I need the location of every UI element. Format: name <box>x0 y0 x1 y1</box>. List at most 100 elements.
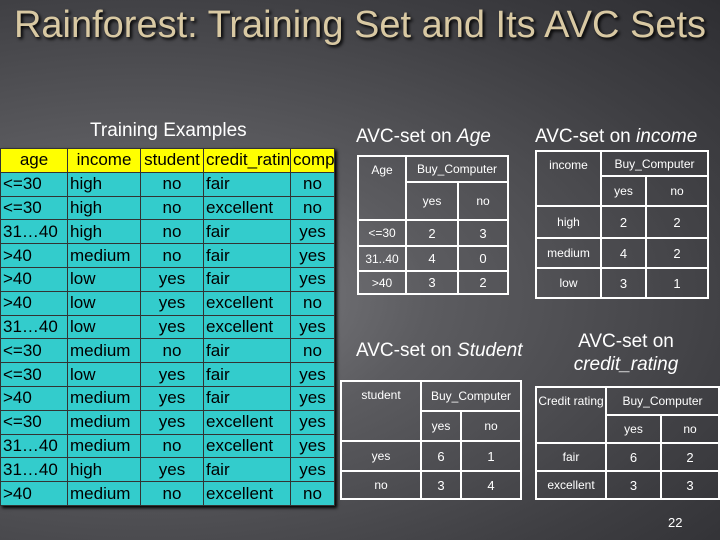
table-row: <=30 2 3 <box>357 219 510 247</box>
table-cell: yes <box>140 362 204 387</box>
table-row: >40 medium yes fair yes <box>0 385 335 411</box>
table-row: >40 low yes fair yes <box>0 266 335 292</box>
table-cell: medium <box>67 433 141 459</box>
label-attr: income <box>636 126 698 147</box>
table-cell: >40 <box>0 481 68 506</box>
count-cell: 6 <box>420 440 462 472</box>
table-row: no 3 4 <box>340 470 523 500</box>
count-cell: 3 <box>456 219 510 247</box>
count-cell: 3 <box>405 270 459 295</box>
table-cell: fair <box>203 243 291 268</box>
label-attr: credit_rating <box>573 354 679 375</box>
count-cell: 3 <box>600 267 647 299</box>
value-cell: fair <box>535 442 607 472</box>
table-cell: >40 <box>0 266 68 292</box>
table-cell: <=30 <box>0 195 68 221</box>
class-header: Buy_Computer <box>599 150 710 177</box>
table-cell: >40 <box>0 385 68 411</box>
table-cell: no <box>140 433 204 459</box>
column-header-credit_rating: credit_rating <box>203 148 291 173</box>
table-row: medium 4 2 <box>535 237 710 269</box>
table-cell: yes <box>140 314 204 340</box>
no-header: no <box>459 410 523 442</box>
count-cell: 3 <box>605 470 662 500</box>
no-header: no <box>456 181 510 221</box>
count-cell: 2 <box>644 205 710 239</box>
value-cell: yes <box>340 440 422 472</box>
table-cell: >40 <box>0 290 68 316</box>
table-cell: no <box>290 195 335 221</box>
table-row: >40 low yes excellent no <box>0 290 335 316</box>
table-cell: no <box>290 481 335 506</box>
count-cell: 3 <box>659 470 720 500</box>
table-cell: no <box>290 290 335 316</box>
table-cell: excellent <box>203 481 291 506</box>
column-header-student: student <box>140 148 204 173</box>
table-cell: fair <box>203 457 291 483</box>
table-cell: yes <box>140 409 204 435</box>
table-row: 31…40 low yes excellent yes <box>0 314 335 340</box>
table-cell: 31…40 <box>0 433 68 459</box>
table-row: 31..40 4 0 <box>357 245 510 272</box>
label-attr: Student <box>457 340 523 361</box>
table-cell: low <box>67 314 141 340</box>
table-cell: no <box>140 243 204 268</box>
count-cell: 2 <box>456 270 510 295</box>
avc-age-table: Age Buy_Computer yes no <=30 2 3 31..40 4 0 >40 3 2 <box>357 155 510 295</box>
avc-credit-label: AVC-set on credit_rating <box>570 330 682 376</box>
column-header-age: age <box>0 148 68 173</box>
table-cell: low <box>67 290 141 316</box>
table-cell: high <box>67 457 141 483</box>
count-cell: 4 <box>600 237 647 269</box>
avc-student-label: AVC-set on Student <box>356 340 523 362</box>
table-cell: high <box>67 195 141 221</box>
table-cell: <=30 <box>0 338 68 364</box>
label-attr: Age <box>457 126 491 147</box>
table-cell: <=30 <box>0 409 68 435</box>
training-table: age income student credit_rating comp <=30 hi… <box>0 148 335 506</box>
table-cell: yes <box>290 243 335 268</box>
table-cell: yes <box>290 409 335 435</box>
column-header-comp: comp <box>290 148 335 173</box>
table-row: >40 3 2 <box>357 270 510 295</box>
table-row: excellent 3 3 <box>535 470 720 500</box>
table-cell: no <box>140 195 204 221</box>
count-cell: 4 <box>405 245 459 272</box>
table-row: <=30 medium no fair no <box>0 338 335 364</box>
table-cell: 31…40 <box>0 457 68 483</box>
table-cell: excellent <box>203 433 291 459</box>
table-cell: excellent <box>203 195 291 221</box>
count-cell: 3 <box>420 470 462 500</box>
page-number: 22 <box>668 515 683 530</box>
table-cell: 31…40 <box>0 219 68 245</box>
table-row: <=30 high no fair no <box>0 171 335 197</box>
count-cell: 6 <box>605 442 662 472</box>
avc-student-table: student Buy_Computer yes no yes 6 1 no 3 4 <box>340 380 523 500</box>
table-cell: medium <box>67 243 141 268</box>
table-cell: low <box>67 362 141 387</box>
yes-header: yes <box>420 410 462 442</box>
count-cell: 2 <box>405 219 459 247</box>
value-cell: low <box>535 267 602 299</box>
table-cell: >40 <box>0 243 68 268</box>
table-cell: no <box>140 481 204 506</box>
attribute-header: Credit rating <box>535 386 607 444</box>
table-cell: yes <box>290 266 335 292</box>
column-header-income: income <box>67 148 141 173</box>
avc-income-label: AVC-set on income <box>535 126 697 148</box>
value-cell: excellent <box>535 470 607 500</box>
table-row: >40 medium no fair yes <box>0 243 335 268</box>
value-cell: <=30 <box>357 219 407 247</box>
label-text: AVC-set on <box>356 340 458 361</box>
attribute-header: income <box>535 150 602 207</box>
yes-header: yes <box>405 181 459 221</box>
table-cell: fair <box>203 219 291 245</box>
table-row: <=30 low yes fair yes <box>0 362 335 387</box>
table-cell: yes <box>140 385 204 411</box>
table-cell: yes <box>290 457 335 483</box>
count-cell: 2 <box>644 237 710 269</box>
table-cell: medium <box>67 385 141 411</box>
table-row: 31…40 high yes fair yes <box>0 457 335 483</box>
value-cell: 31..40 <box>357 245 407 272</box>
count-cell: 1 <box>459 440 523 472</box>
